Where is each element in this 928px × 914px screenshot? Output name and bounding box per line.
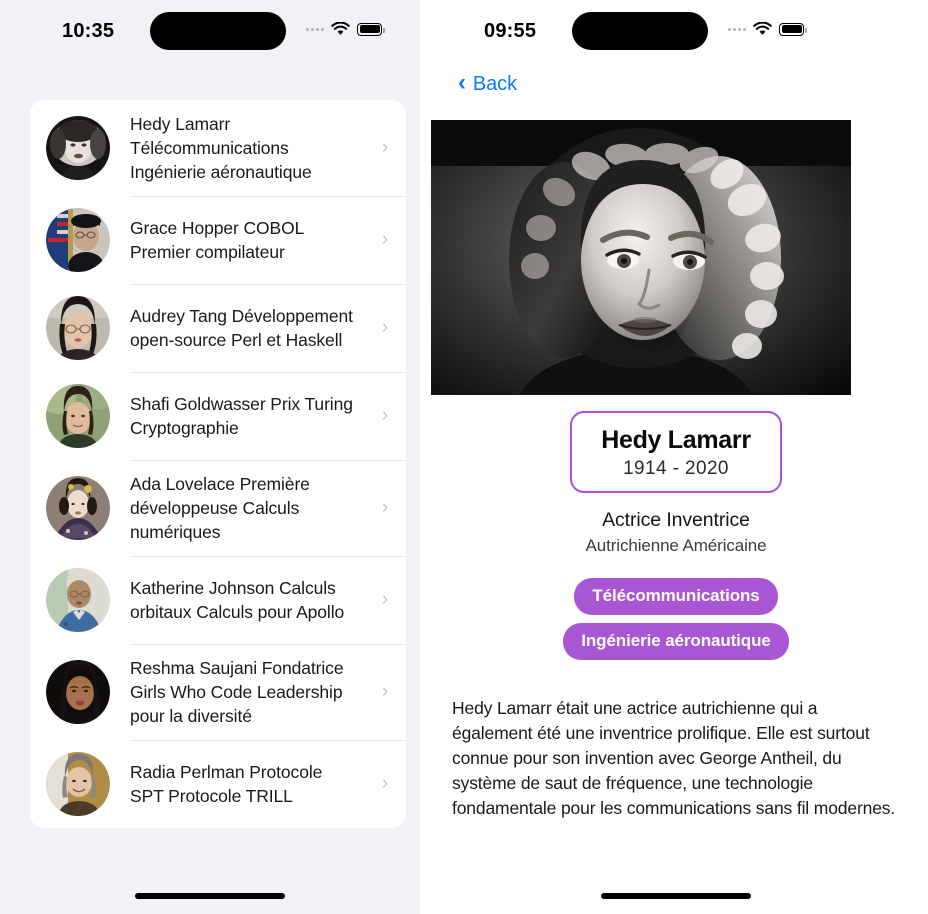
person-years: 1914 - 2020 — [623, 458, 729, 479]
list-item-label: Radia Perlman Protocole SPT Protocole TR… — [130, 762, 323, 806]
hero-portrait-image — [431, 120, 851, 395]
name-card: Hedy Lamarr 1914 - 2020 — [570, 411, 782, 493]
avatar-radia-perlman — [46, 752, 110, 816]
status-time: 09:55 — [484, 20, 537, 42]
list-item-label: Audrey Tang Développement open-source Pe… — [130, 306, 353, 350]
chevron-right-icon: › — [381, 229, 389, 250]
list-item-label: Katherine Johnson Calculs orbitaux Calcu… — [130, 578, 345, 622]
chevron-right-icon: › — [381, 589, 389, 610]
detail-screen: 09:55 ‹ Back Hedy Lamarr 1914 - 2020 Act… — [424, 0, 928, 914]
avatar-grace-hopper — [46, 208, 110, 272]
tag-list: Télécommunications Ingénierie aéronautiq… — [424, 578, 928, 660]
back-button[interactable]: ‹ Back — [458, 69, 517, 96]
chevron-left-icon: ‹ — [458, 69, 466, 96]
status-icons — [306, 22, 385, 36]
occupations-label: Actrice Inventrice — [602, 509, 750, 531]
list-item-label: Ada Lovelace Première développeuse Calcu… — [130, 474, 310, 542]
people-list-card: Hedy Lamarr Télécommunications Ingénieri… — [30, 100, 406, 828]
list-item-label: Shafi Goldwasser Prix Turing Cryptograph… — [130, 394, 353, 438]
list-item[interactable]: Hedy Lamarr Télécommunications Ingénieri… — [30, 100, 406, 196]
battery-icon — [357, 22, 385, 36]
battery-icon — [779, 22, 807, 36]
avatar-audrey-tang — [46, 296, 110, 360]
dual-screen-container: 10:35 Hedy Lamarr Télécommunications Ing… — [0, 0, 928, 914]
chevron-right-icon: › — [381, 405, 389, 426]
list-item[interactable]: Reshma Saujani Fondatrice Girls Who Code… — [30, 644, 406, 740]
back-button-label: Back — [472, 72, 517, 95]
list-item-label: Hedy Lamarr Télécommunications Ingénieri… — [130, 114, 312, 182]
list-item-label: Grace Hopper COBOL Premier compilateur — [130, 218, 304, 262]
home-indicator-detail[interactable] — [601, 893, 751, 899]
wifi-icon — [753, 22, 772, 36]
list-screen: 10:35 Hedy Lamarr Télécommunications Ing… — [0, 0, 420, 914]
list-item-label: Reshma Saujani Fondatrice Girls Who Code… — [130, 658, 344, 726]
avatar-hedy-lamarr — [46, 116, 110, 180]
chevron-right-icon: › — [381, 137, 389, 158]
list-item[interactable]: Radia Perlman Protocole SPT Protocole TR… — [30, 740, 406, 828]
avatar-ada-lovelace — [46, 476, 110, 540]
wifi-icon — [331, 22, 350, 36]
cellular-dots-icon — [306, 27, 324, 31]
list-item[interactable]: Grace Hopper COBOL Premier compilateur › — [30, 196, 406, 284]
list-item[interactable]: Ada Lovelace Première développeuse Calcu… — [30, 460, 406, 556]
status-time: 10:35 — [62, 20, 115, 42]
list-item[interactable]: Katherine Johnson Calculs orbitaux Calcu… — [30, 556, 406, 644]
list-item[interactable]: Audrey Tang Développement open-source Pe… — [30, 284, 406, 372]
status-icons — [728, 22, 807, 36]
dynamic-island — [572, 12, 708, 50]
person-name: Hedy Lamarr — [601, 426, 751, 454]
chevron-right-icon: › — [381, 773, 389, 794]
chevron-right-icon: › — [381, 681, 389, 702]
chevron-right-icon: › — [381, 497, 389, 518]
home-indicator-list[interactable] — [135, 893, 285, 899]
tag-aeronautical-engineering[interactable]: Ingénierie aéronautique — [563, 623, 789, 660]
list-item[interactable]: Shafi Goldwasser Prix Turing Cryptograph… — [30, 372, 406, 460]
cellular-dots-icon — [728, 27, 746, 31]
avatar-reshma-saujani — [46, 660, 110, 724]
avatar-katherine-johnson — [46, 568, 110, 632]
status-bar-list: 10:35 — [0, 0, 420, 62]
status-bar-detail: 09:55 — [424, 0, 928, 62]
chevron-right-icon: › — [381, 317, 389, 338]
avatar-shafi-goldwasser — [46, 384, 110, 448]
tag-telecommunications[interactable]: Télécommunications — [574, 578, 778, 615]
navigation-bar: ‹ Back — [424, 62, 928, 106]
dynamic-island — [150, 12, 286, 50]
biography-text: Hedy Lamarr était une actrice autrichien… — [452, 698, 896, 818]
nationalities-label: Autrichienne Américaine — [585, 536, 767, 555]
